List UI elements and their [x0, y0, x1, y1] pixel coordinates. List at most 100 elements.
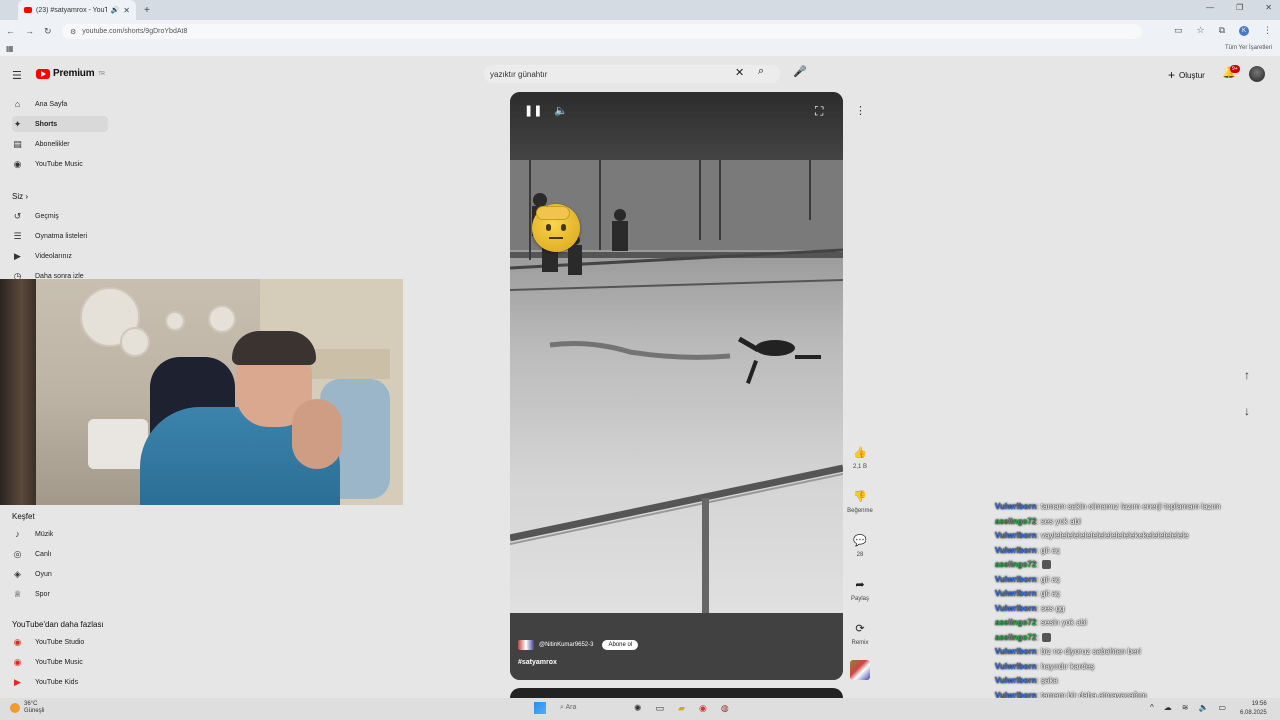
chat-username[interactable]: Vulwrlborn: [995, 589, 1036, 598]
sidebar-item-home[interactable]: ⌂ Ana Sayfa: [12, 96, 108, 112]
channel-name[interactable]: @NitinKumar9652-3: [539, 642, 593, 648]
chat-username[interactable]: aselingo72: [995, 517, 1036, 526]
close-window-button[interactable]: ✕: [1265, 3, 1272, 12]
comments-button[interactable]: 💬 28: [842, 534, 878, 558]
tab-audio-icon[interactable]: 🔊: [111, 6, 120, 14]
minimize-button[interactable]: —: [1206, 3, 1214, 12]
sidebar-item-history[interactable]: ↺ Geçmiş: [12, 208, 108, 224]
fullscreen-icon[interactable]: ⛶: [815, 104, 823, 119]
wifi-icon[interactable]: ≋: [1182, 703, 1189, 712]
like-button[interactable]: 👍 2,1 B: [842, 446, 878, 470]
all-bookmarks-link[interactable]: Tüm Yer İşaretleri: [1225, 45, 1272, 51]
share-icon: ➦: [855, 579, 865, 591]
extensions-icon[interactable]: ⧉: [1219, 25, 1225, 36]
sidebar-item-shorts[interactable]: ✦ Shorts: [12, 116, 108, 132]
sidebar-item-label: Videolarınız: [35, 252, 72, 260]
sidebar-item-playlists[interactable]: ☰ Oynatma listeleri: [12, 228, 108, 244]
taskbar-clock[interactable]: 19:56 6.08.2025: [1240, 700, 1267, 718]
logo-text: Premium: [53, 68, 95, 79]
share-button[interactable]: ➦ Paylaş: [842, 578, 878, 602]
streamer-webcam: [0, 279, 403, 505]
account-avatar[interactable]: [1249, 66, 1265, 82]
sidebar-item-youtube-kids[interactable]: ▶ YouTube Kids: [12, 674, 108, 690]
microphone-icon[interactable]: 🎤: [793, 65, 807, 78]
chat-username[interactable]: Vulwrlborn: [995, 647, 1036, 656]
sidebar-item-youtube-studio[interactable]: ◉ YouTube Studio: [12, 634, 108, 650]
chat-username[interactable]: Vulwrlborn: [995, 502, 1036, 511]
weather-widget[interactable]: 36°C Güneşli: [10, 701, 44, 715]
chat-text: : ses gg: [1036, 603, 1065, 613]
chat-text: : git aç: [1036, 545, 1061, 555]
wall-decor: [165, 311, 185, 331]
search-clear-icon[interactable]: ✕: [735, 66, 744, 79]
shorts-player[interactable]: ❚❚ 🔈 ⛶ @NitinKumar9652-3 Abone ol #satya…: [510, 92, 843, 680]
site-info-icon[interactable]: ⚙: [70, 28, 76, 36]
forward-icon[interactable]: →: [25, 26, 34, 36]
reload-icon[interactable]: ↻: [44, 26, 52, 37]
pause-icon[interactable]: ❚❚: [524, 104, 542, 117]
install-app-icon[interactable]: ▭: [1174, 25, 1183, 36]
next-short-arrow-icon[interactable]: ↓: [1244, 404, 1250, 418]
bookmark-star-icon[interactable]: ☆: [1196, 25, 1204, 36]
sidebar-item-youtube-music-app[interactable]: ◉ YouTube Music: [12, 654, 108, 670]
chrome-icon[interactable]: ◉: [699, 703, 707, 714]
sidebar-item-gaming[interactable]: ◈ Oyun: [12, 566, 108, 582]
chat-message: aselingo72:: [995, 633, 1280, 648]
sidebar-item-sports[interactable]: ♕ Spor: [12, 586, 108, 602]
file-explorer-icon[interactable]: ▰: [678, 703, 685, 714]
chat-username[interactable]: Vulwrlborn: [995, 531, 1036, 540]
sound-thumbnail[interactable]: [850, 660, 870, 680]
video-frame[interactable]: [510, 160, 843, 613]
task-view-icon[interactable]: ▭: [656, 703, 665, 714]
remix-button[interactable]: ⟳ Remix: [842, 622, 878, 646]
browser-tab[interactable]: (23) #satyamrox - YouTube 🔊 ✕: [18, 0, 136, 20]
chat-username[interactable]: aselingo72: [995, 560, 1036, 569]
browser-menu-icon[interactable]: ⋮: [1263, 25, 1272, 36]
more-options-icon[interactable]: ⋮: [855, 104, 866, 117]
chat-username[interactable]: Vulwrlborn: [995, 575, 1036, 584]
url-field[interactable]: ⚙ youtube.com/shorts/9gDroYbdAt8: [62, 24, 1142, 39]
chat-username[interactable]: Vulwrlborn: [995, 604, 1036, 613]
plus-icon: +: [1168, 68, 1176, 82]
subscribe-button[interactable]: Abone ol: [602, 640, 639, 650]
create-button[interactable]: + Oluştur: [1168, 68, 1205, 82]
app-icon[interactable]: ◍: [721, 703, 729, 714]
tray-chevron-icon[interactable]: ^: [1150, 703, 1154, 712]
previous-short-arrow-icon[interactable]: ↑: [1244, 368, 1250, 382]
video-hashtag[interactable]: #satyamrox: [518, 659, 557, 666]
windows-start-icon[interactable]: [534, 702, 546, 714]
dislike-button[interactable]: 👎 Beğenme: [842, 490, 878, 514]
profile-avatar[interactable]: K: [1239, 25, 1249, 36]
search-icon[interactable]: ⌕: [758, 65, 764, 78]
channel-avatar[interactable]: [518, 640, 534, 650]
copilot-icon[interactable]: ✺: [634, 703, 642, 714]
restore-button[interactable]: ❐: [1236, 3, 1243, 12]
chat-text: : git aç: [1036, 589, 1061, 598]
sidebar-item-music[interactable]: ♪ Müzik: [12, 526, 108, 542]
back-icon[interactable]: ←: [6, 26, 15, 36]
new-tab-button[interactable]: +: [144, 5, 150, 16]
tab-close-icon[interactable]: ✕: [123, 6, 130, 15]
speaker-icon[interactable]: 🔈: [1198, 703, 1208, 712]
sidebar-item-live[interactable]: ◎ Canlı: [12, 546, 108, 562]
chat-username[interactable]: Vulwrlborn: [995, 676, 1036, 685]
sidebar-item-youtube-music[interactable]: ◉ YouTube Music: [12, 156, 108, 172]
apps-grid-icon[interactable]: ▦: [6, 44, 14, 53]
youtube-logo[interactable]: Premium TR: [36, 68, 105, 79]
sidebar-item-your-videos[interactable]: ▶ Videolarınız: [12, 248, 108, 264]
chat-username[interactable]: aselingo72: [995, 618, 1036, 627]
sidebar-item-label: Müzik: [35, 530, 54, 538]
chat-text: : sesin yok abi: [1036, 618, 1088, 627]
sidebar-you-header[interactable]: Siz ›: [12, 192, 28, 201]
chat-username[interactable]: aselingo72: [995, 633, 1036, 642]
sidebar-item-label: YouTube Music: [35, 160, 83, 168]
taskbar-search[interactable]: ⌕ Ara: [560, 704, 620, 712]
battery-icon[interactable]: ▭: [1218, 703, 1226, 712]
volume-icon[interactable]: 🔈: [554, 104, 568, 117]
chat-username[interactable]: Vulwrlborn: [995, 662, 1036, 671]
network-icon[interactable]: ☁: [1164, 703, 1172, 712]
hamburger-menu-icon[interactable]: ☰: [12, 69, 22, 82]
chat-username[interactable]: Vulwrlborn: [995, 546, 1036, 555]
sidebar-item-label: Geçmiş: [35, 212, 59, 220]
sidebar-item-subscriptions[interactable]: ▤ Abonelikler: [12, 136, 108, 152]
